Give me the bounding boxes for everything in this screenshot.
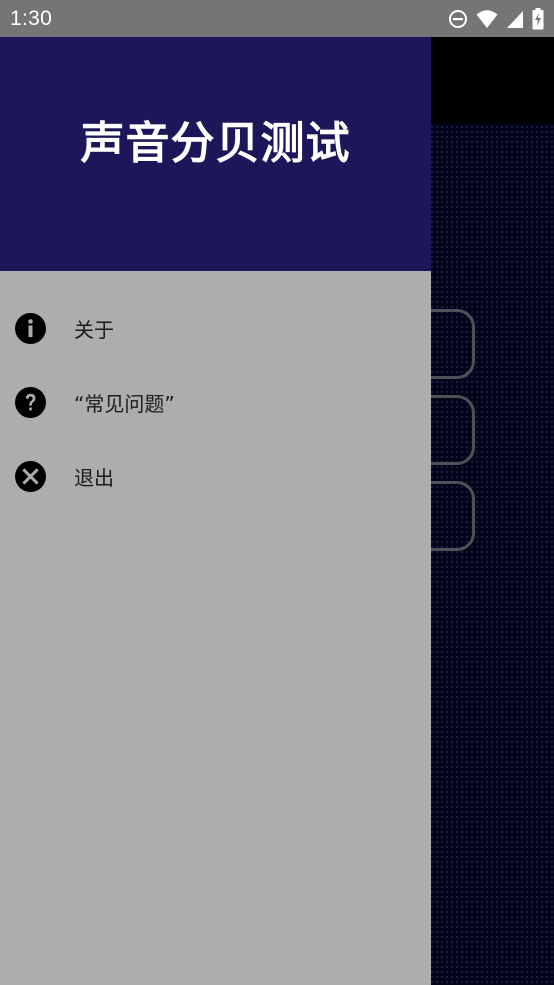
info-icon bbox=[15, 312, 46, 344]
menu-item-faq-label: “常见问题” bbox=[74, 391, 175, 416]
help-icon bbox=[15, 386, 46, 418]
menu-item-exit-label: 退出 bbox=[74, 465, 114, 490]
menu-item-about[interactable]: 关于 bbox=[0, 291, 431, 365]
status-bar: 1:30 bbox=[0, 0, 554, 37]
navigation-drawer: 声音分贝测试 关于 “常见问题” 退出 bbox=[0, 37, 431, 985]
drawer-menu: 关于 “常见问题” 退出 bbox=[0, 291, 431, 513]
cellular-signal-icon bbox=[506, 9, 524, 29]
drawer-header: 声音分贝测试 bbox=[0, 37, 431, 271]
battery-charging-icon bbox=[532, 7, 544, 30]
do-not-disturb-icon bbox=[448, 9, 468, 29]
wifi-icon bbox=[476, 9, 498, 29]
drawer-title: 声音分贝测试 bbox=[80, 118, 351, 169]
status-icons bbox=[448, 7, 544, 30]
menu-item-exit[interactable]: 退出 bbox=[0, 439, 431, 513]
menu-item-faq[interactable]: “常见问题” bbox=[0, 365, 431, 439]
menu-item-about-label: 关于 bbox=[74, 317, 114, 342]
status-time: 1:30 bbox=[10, 6, 53, 30]
screen: 1:30 声音分贝测试 关于 “常见问题” 退出 bbox=[0, 0, 554, 985]
close-circle-icon bbox=[15, 460, 46, 492]
